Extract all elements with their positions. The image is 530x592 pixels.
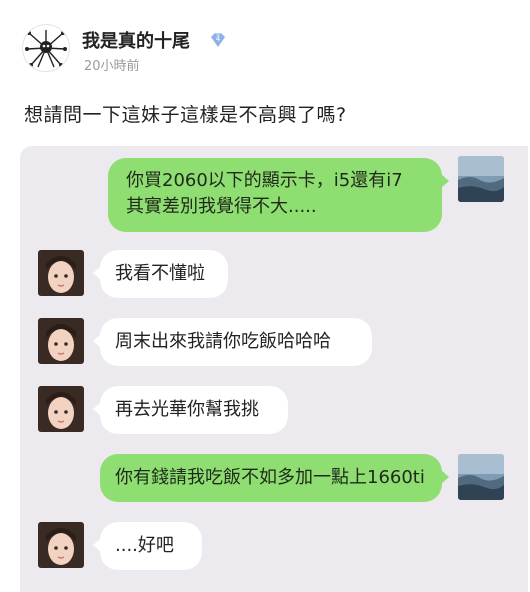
chat-screenshot: 你買2060以下的顯示卡，i5還有i7 其實差別我覺得不大..... 我看不懂啦 — [20, 146, 528, 592]
my-avatar — [458, 156, 504, 202]
girl-portrait-icon — [38, 386, 84, 432]
post-body-text: 想請問一下這妹子這樣是不高興了嗎? — [24, 104, 347, 126]
post-timestamp: 20小時前 — [84, 59, 140, 74]
chat-message-incoming: 再去光華你幫我挑 — [93, 386, 288, 434]
chat-message-incoming: 周末出來我請你吃飯哈哈哈 — [93, 318, 372, 366]
girl-portrait-icon — [38, 522, 84, 568]
badge-level: 4 — [216, 35, 221, 43]
post-header: 我是真的十尾 4 20小時前 — [0, 0, 530, 80]
chat-message-incoming: ....好吧 — [93, 522, 202, 570]
contact-avatar — [38, 318, 84, 364]
girl-portrait-icon — [38, 318, 84, 364]
skull-avatar-icon — [25, 30, 67, 68]
author-name[interactable]: 我是真的十尾 — [82, 27, 190, 53]
message-line: 你買2060以下的顯示卡，i5還有i7 — [126, 170, 403, 191]
chat-message-incoming: 我看不懂啦 — [93, 250, 228, 298]
contact-avatar — [38, 386, 84, 432]
message-line: 其實差別我覺得不大..... — [126, 196, 317, 217]
girl-portrait-icon — [38, 250, 84, 296]
author-avatar[interactable] — [22, 24, 70, 72]
contact-avatar — [38, 522, 84, 568]
landscape-avatar-icon — [458, 156, 504, 202]
landscape-avatar-icon — [458, 454, 504, 500]
contact-avatar — [38, 250, 84, 296]
my-avatar — [458, 454, 504, 500]
chat-message-outgoing: 你有錢請我吃飯不如多加一點上1660ti — [100, 454, 449, 502]
chat-message-outgoing: 你買2060以下的顯示卡，i5還有i7 其實差別我覺得不大..... — [108, 158, 449, 232]
diamond-badge-icon: 4 — [211, 33, 225, 47]
